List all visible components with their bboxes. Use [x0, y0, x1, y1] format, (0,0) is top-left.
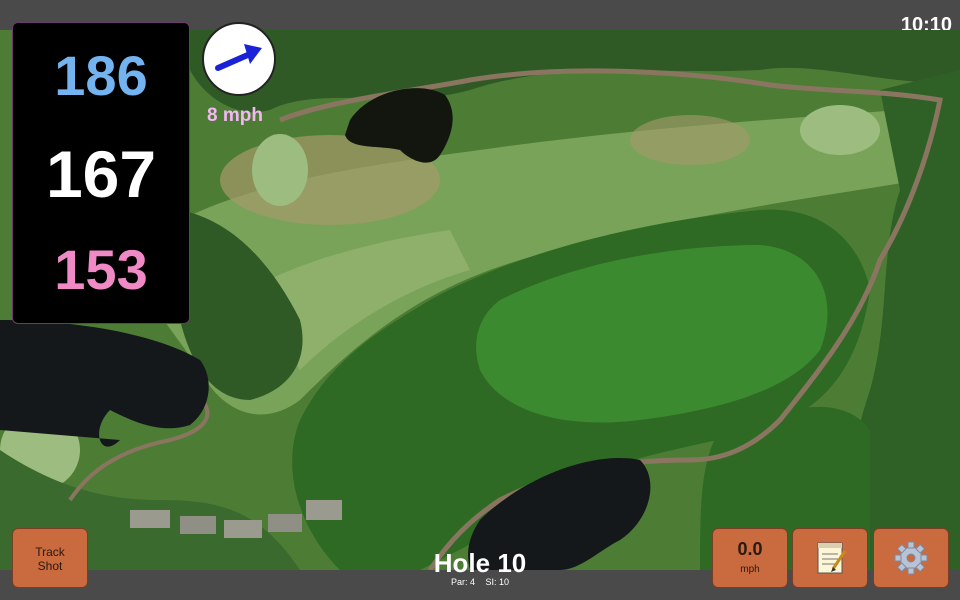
notes-button[interactable] [792, 528, 868, 588]
middle-yardage: 167 [45, 137, 157, 211]
track-shot-button[interactable]: Track Shot [12, 528, 88, 588]
speed-button[interactable]: 0.0 mph [712, 528, 788, 588]
speed-unit: mph [740, 564, 760, 575]
par-text: Par: 4 [450, 577, 475, 587]
yardage-panel: 186 167 153 [12, 22, 190, 324]
wind-speed: 8 mph [207, 105, 263, 126]
wind-indicator [202, 22, 276, 96]
hole-title: Hole 10 [433, 548, 527, 578]
stroke-index-text: SI: 10 [485, 577, 510, 587]
wind-direction-arrow-icon [215, 44, 262, 71]
gear-icon [894, 541, 928, 575]
track-shot-label: Track Shot [35, 545, 65, 573]
notepad-icon [817, 542, 847, 574]
front-yardage: 153 [54, 238, 148, 301]
speed-value: 0.0 [737, 539, 763, 559]
settings-button[interactable] [873, 528, 949, 588]
back-yardage: 186 [54, 44, 148, 107]
hole-info: Par: 4 SI: 10 [380, 577, 580, 587]
